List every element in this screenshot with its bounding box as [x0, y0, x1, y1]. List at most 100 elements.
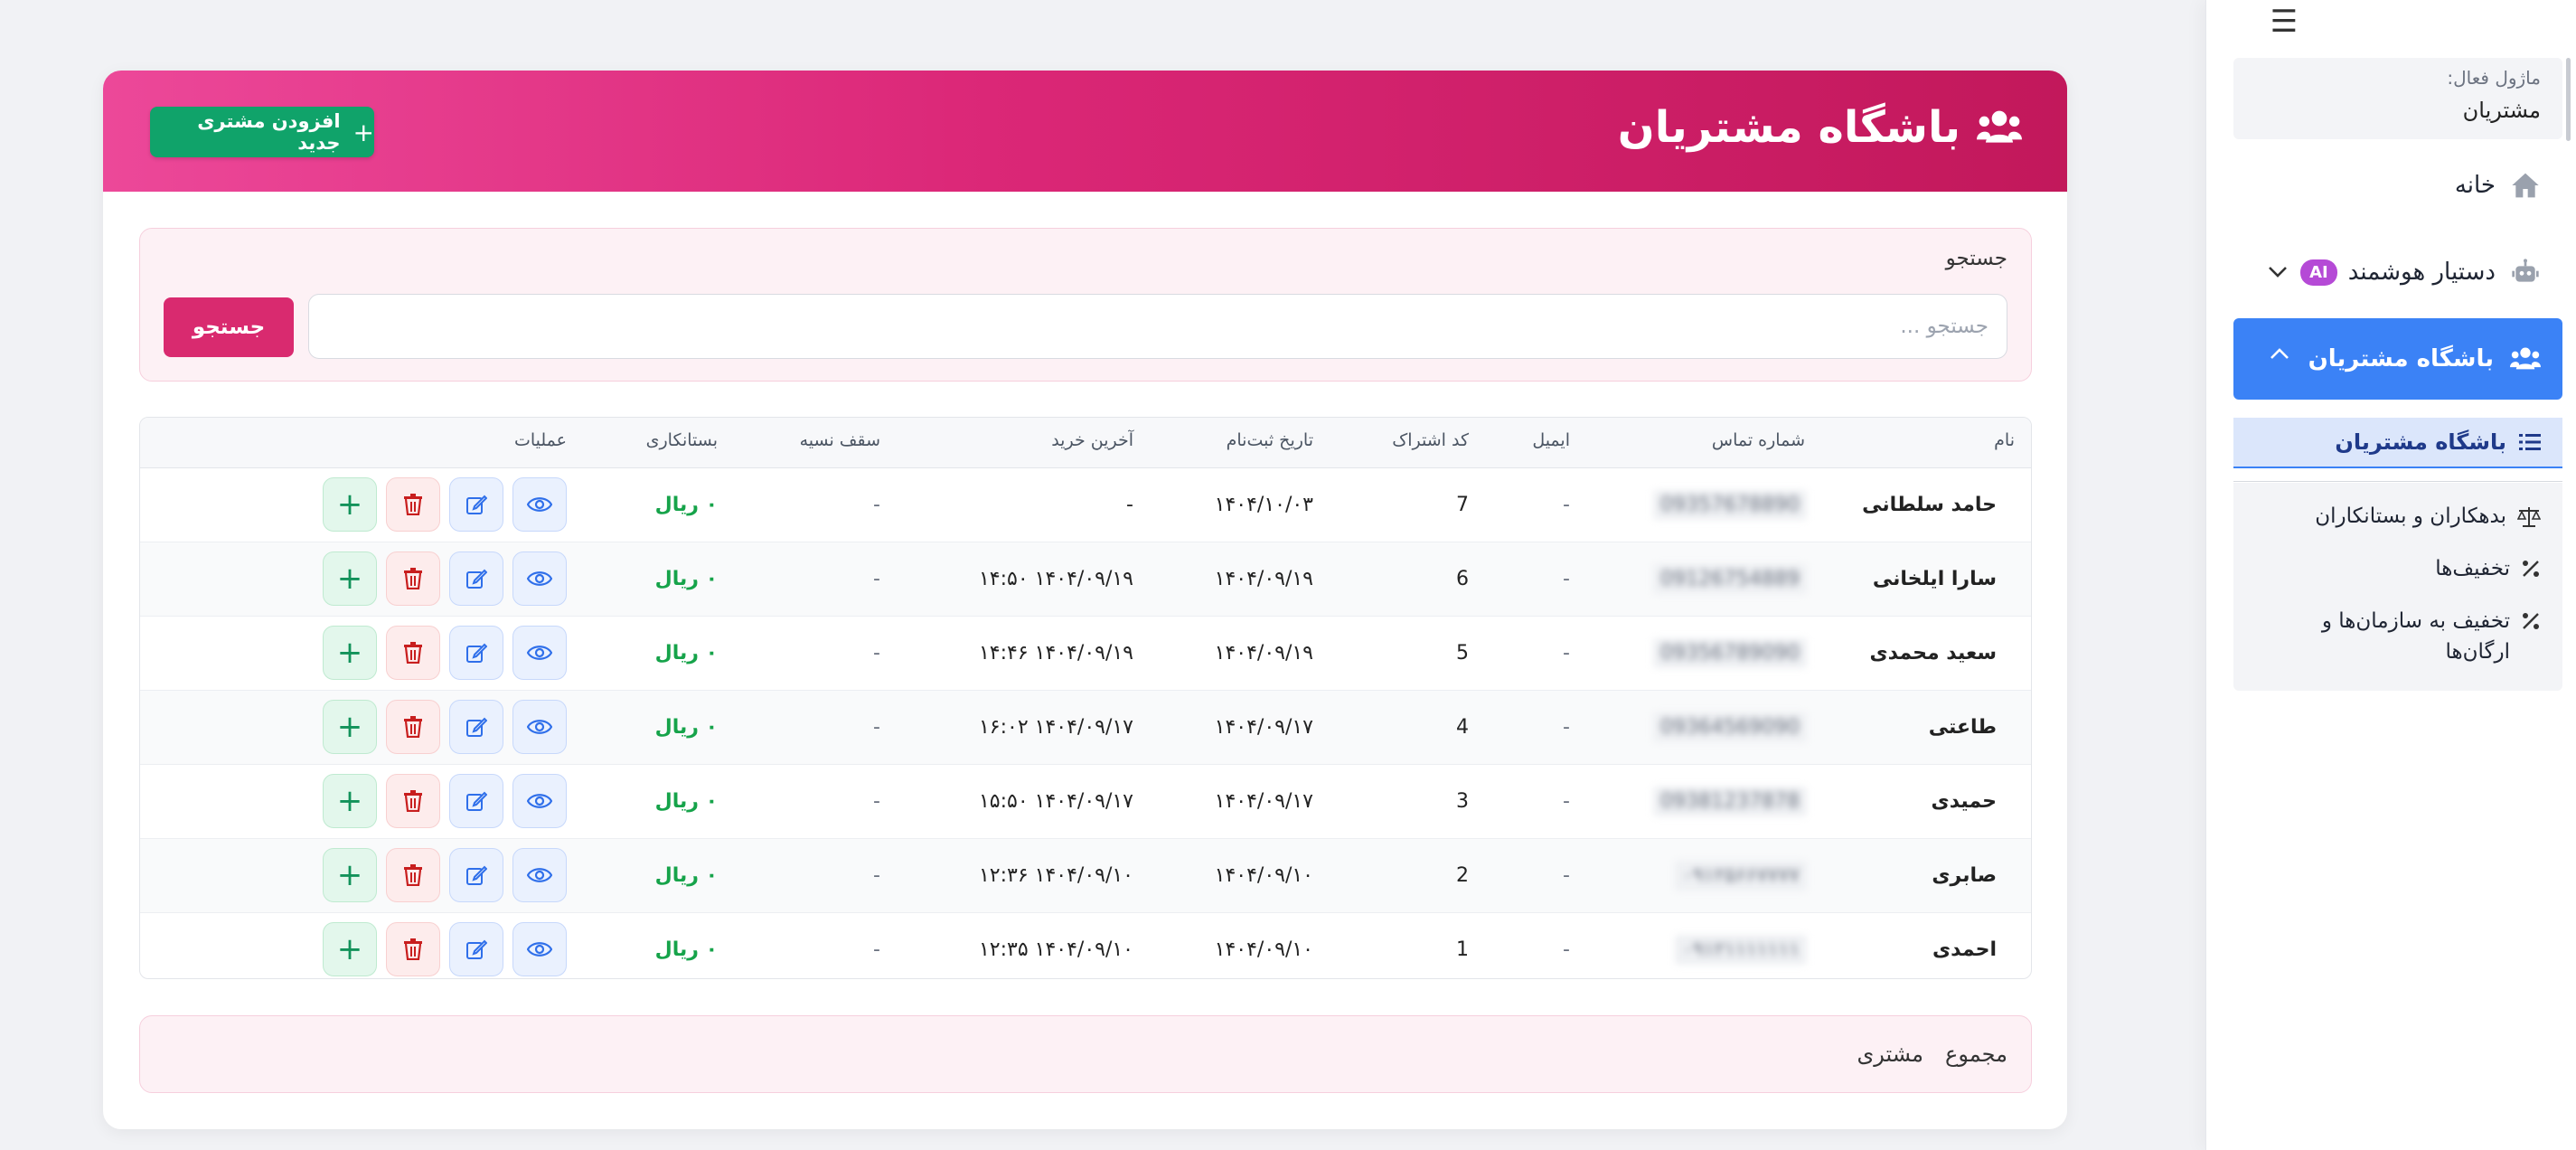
- sidebar-item-label: دستیار هوشمند: [2347, 259, 2496, 286]
- column-header-reg-date: تاریخ ثبت‌نام: [1226, 430, 1313, 450]
- chevron-down-icon[interactable]: [2268, 266, 2288, 278]
- customer-email: -: [1563, 568, 1570, 590]
- eye-icon: [527, 495, 552, 514]
- customer-credit-limit: -: [873, 790, 880, 813]
- search-button[interactable]: جستجو: [164, 297, 294, 357]
- edit-button[interactable]: [449, 626, 503, 680]
- add-button[interactable]: +: [323, 774, 377, 828]
- add-button[interactable]: +: [323, 626, 377, 680]
- edit-icon: [465, 790, 487, 812]
- delete-button[interactable]: [386, 848, 440, 902]
- users-icon: [1977, 109, 2022, 146]
- customer-email: -: [1563, 938, 1570, 961]
- customer-phone: 09126754889: [1653, 564, 1807, 594]
- customer-name: سعید محمدی: [1869, 642, 1998, 665]
- view-button[interactable]: [512, 848, 567, 902]
- customer-last-purchase: ۱۴۰۴/۰۹/۱۰ ۱۲:۳۶: [978, 864, 1133, 887]
- delete-button[interactable]: [386, 922, 440, 976]
- delete-button[interactable]: [386, 551, 440, 606]
- total-label: مجموع: [1945, 1042, 2007, 1067]
- customer-reg-date: ۱۴۰۴/۰۹/۱۷: [1214, 790, 1313, 813]
- edit-button[interactable]: [449, 774, 503, 828]
- chevron-up-icon[interactable]: [2270, 347, 2289, 360]
- edit-button[interactable]: [449, 477, 503, 532]
- edit-icon: [465, 938, 487, 960]
- add-button[interactable]: +: [323, 700, 377, 754]
- edit-icon: [465, 864, 487, 886]
- customer-code: 7: [1456, 494, 1469, 516]
- customer-phone: 09364569090: [1653, 712, 1807, 742]
- delete-button[interactable]: [386, 700, 440, 754]
- view-button[interactable]: [512, 774, 567, 828]
- percent-icon: [2521, 611, 2541, 631]
- trash-icon: [403, 790, 423, 812]
- customers-table: نام شماره تماس ایمیل کد اشتراک تاریخ ثبت…: [139, 417, 2032, 979]
- sidebar-item-home[interactable]: خانه: [2233, 154, 2562, 217]
- sidebar-subitem-customer-club[interactable]: باشگاه مشتریان: [2233, 418, 2562, 468]
- scale-icon: [2517, 506, 2541, 528]
- edit-button[interactable]: [449, 848, 503, 902]
- customer-name: سارا ایلخانی: [1872, 568, 1997, 590]
- trash-icon: [403, 642, 423, 664]
- edit-icon: [465, 642, 487, 664]
- edit-icon: [465, 716, 487, 738]
- customer-reg-date: ۱۴۰۴/۰۹/۱۷: [1214, 716, 1313, 739]
- sidebar-subitem-org-discounts[interactable]: تخفیف به سازمان‌ها و ارگان‌ها: [2252, 606, 2541, 667]
- sidebar-item-customer-club[interactable]: باشگاه مشتریان: [2233, 318, 2562, 400]
- plus-icon: +: [336, 783, 363, 819]
- view-button[interactable]: [512, 922, 567, 976]
- view-button[interactable]: [512, 626, 567, 680]
- edit-button[interactable]: [449, 700, 503, 754]
- search-input[interactable]: [308, 294, 2007, 359]
- eye-icon: [527, 940, 552, 958]
- delete-button[interactable]: [386, 774, 440, 828]
- column-header-last-purchase: آخرین خرید: [1051, 430, 1133, 450]
- trash-icon: [403, 716, 423, 738]
- customer-last-purchase: ۱۴۰۴/۰۹/۱۹ ۱۴:۵۰: [978, 568, 1133, 590]
- edit-button[interactable]: [449, 551, 503, 606]
- table-row: احمدی ۰۹۱۲۱۱۱۱۱۱۱ - 1 ۱۴۰۴/۰۹/۱۰ ۱۴۰۴/۰۹/۱۰ ۱…: [140, 913, 2031, 978]
- add-button[interactable]: +: [323, 848, 377, 902]
- customer-balance: ۰ ریال: [654, 568, 718, 590]
- customer-reg-date: ۱۴۰۴/۱۰/۰۳: [1214, 494, 1313, 516]
- hamburger-menu-icon[interactable]: ☰: [2268, 4, 2300, 40]
- card-header: باشگاه مشتریان + افزودن مشتری جدید: [103, 71, 2067, 192]
- customer-phone: ۰۹۱۲۱۱۱۱۱۱۱: [1675, 935, 1807, 965]
- users-icon: [2510, 346, 2541, 372]
- customer-name: طاعتی: [1928, 716, 1997, 739]
- add-button[interactable]: +: [323, 551, 377, 606]
- customer-code: 2: [1456, 864, 1469, 887]
- page-title: باشگاه مشتریان: [1618, 102, 2022, 153]
- trash-icon: [403, 864, 423, 886]
- add-button[interactable]: +: [323, 922, 377, 976]
- table-row: حمیدی 09381237878 - 3 ۱۴۰۴/۰۹/۱۷ ۱۴۰۴/۰۹/۱۷ ۱…: [140, 765, 2031, 839]
- sidebar-subitem-label: باشگاه مشتریان: [2335, 429, 2506, 455]
- plus-icon: +: [336, 561, 363, 597]
- view-button[interactable]: [512, 700, 567, 754]
- view-button[interactable]: [512, 551, 567, 606]
- customer-last-purchase: ۱۴۰۴/۰۹/۱۷ ۱۵:۵۰: [978, 790, 1133, 813]
- add-button[interactable]: +: [323, 477, 377, 532]
- customer-reg-date: ۱۴۰۴/۰۹/۱۰: [1214, 938, 1313, 961]
- table-row: صابری ۰۹۱۲۵۶۶۷۷۷۷ - 2 ۱۴۰۴/۰۹/۱۰ ۱۴۰۴/۰۹/۱۰ ۱…: [140, 839, 2031, 913]
- customer-reg-date: ۱۴۰۴/۰۹/۱۹: [1214, 642, 1313, 665]
- add-customer-button[interactable]: + افزودن مشتری جدید: [150, 107, 374, 157]
- sidebar-subitem-debtors[interactable]: بدهکاران و بستانکاران: [2252, 501, 2541, 532]
- delete-button[interactable]: [386, 626, 440, 680]
- ai-badge: AI: [2300, 259, 2337, 286]
- customer-email: -: [1563, 642, 1570, 665]
- edit-icon: [465, 568, 487, 589]
- sidebar-subitem-label: تخفیف به سازمان‌ها و ارگان‌ها: [2321, 609, 2510, 664]
- customer-balance: ۰ ریال: [654, 642, 718, 665]
- active-module-label: ماژول فعال:: [2447, 67, 2541, 89]
- sidebar-scrollbar[interactable]: [2566, 58, 2571, 141]
- column-header-phone: شماره تماس: [1711, 430, 1805, 450]
- delete-button[interactable]: [386, 477, 440, 532]
- view-button[interactable]: [512, 477, 567, 532]
- customer-club-card: باشگاه مشتریان + افزودن مشتری جدید جستجو…: [103, 71, 2067, 1129]
- sidebar-item-assistant[interactable]: دستیار هوشمند AI: [2233, 240, 2562, 304]
- edit-button[interactable]: [449, 922, 503, 976]
- search-label: جستجو: [1945, 247, 2007, 270]
- sidebar-subitem-discounts[interactable]: تخفیف‌ها: [2252, 553, 2541, 584]
- column-header-credit-limit: سقف نسیه: [799, 430, 880, 450]
